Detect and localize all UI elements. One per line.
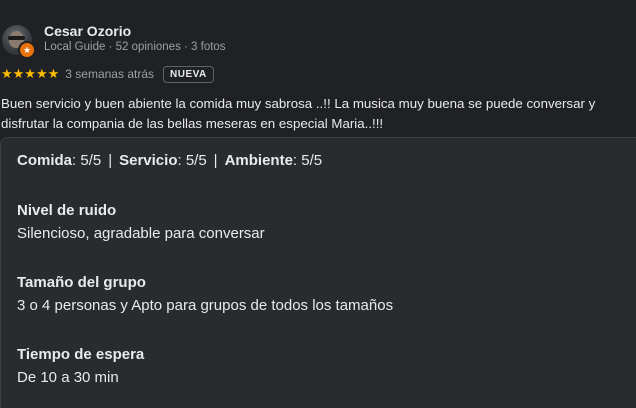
ambience-value: : 5/5 [292, 152, 323, 169]
review-date: 3 semanas atrás [65, 67, 154, 81]
review-details-panel: Comida: 5/5 | Servicio: 5/5 | Ambiente: 5/5 … [0, 137, 636, 408]
author-meta: Local Guide · 52 opiniones · 3 fotos [44, 41, 226, 53]
noise-level-value: Silencioso, agradable para conversar [17, 225, 265, 242]
scores-line: Comida: 5/5 | Servicio: 5/5 | Ambiente: 5/5 [17, 152, 322, 169]
star-rating-icon: ★★★★★ [1, 66, 60, 81]
review-card: ★ Cesar Ozorio Local Guide · 52 opinione… [0, 0, 636, 408]
author-name[interactable]: Cesar Ozorio [44, 23, 131, 39]
noise-level-label: Nivel de ruido [17, 202, 117, 219]
score-separator: | [108, 152, 113, 169]
review-text: Buen servicio y buen abiente la comida m… [1, 96, 596, 131]
food-value: : 5/5 [72, 152, 102, 169]
new-badge: NUEVA [163, 65, 214, 83]
group-size-value: 3 o 4 personas y Apto para grupos de tod… [17, 297, 394, 314]
local-guide-badge-icon: ★ [18, 41, 36, 59]
avatar-glasses [8, 36, 25, 40]
service-value: : 5/5 [177, 152, 207, 169]
service-label: Servicio [119, 152, 178, 169]
ambience-label: Ambiente [224, 152, 293, 169]
author-avatar[interactable]: ★ [2, 25, 36, 59]
rating-row: ★★★★★ 3 semanas atrás NUEVA [1, 64, 214, 84]
wait-time-label: Tiempo de espera [17, 346, 145, 363]
wait-time-value: De 10 a 30 min [17, 369, 119, 386]
food-label: Comida [17, 152, 73, 169]
score-separator: | [213, 152, 218, 169]
group-size-label: Tamaño del grupo [17, 274, 146, 291]
